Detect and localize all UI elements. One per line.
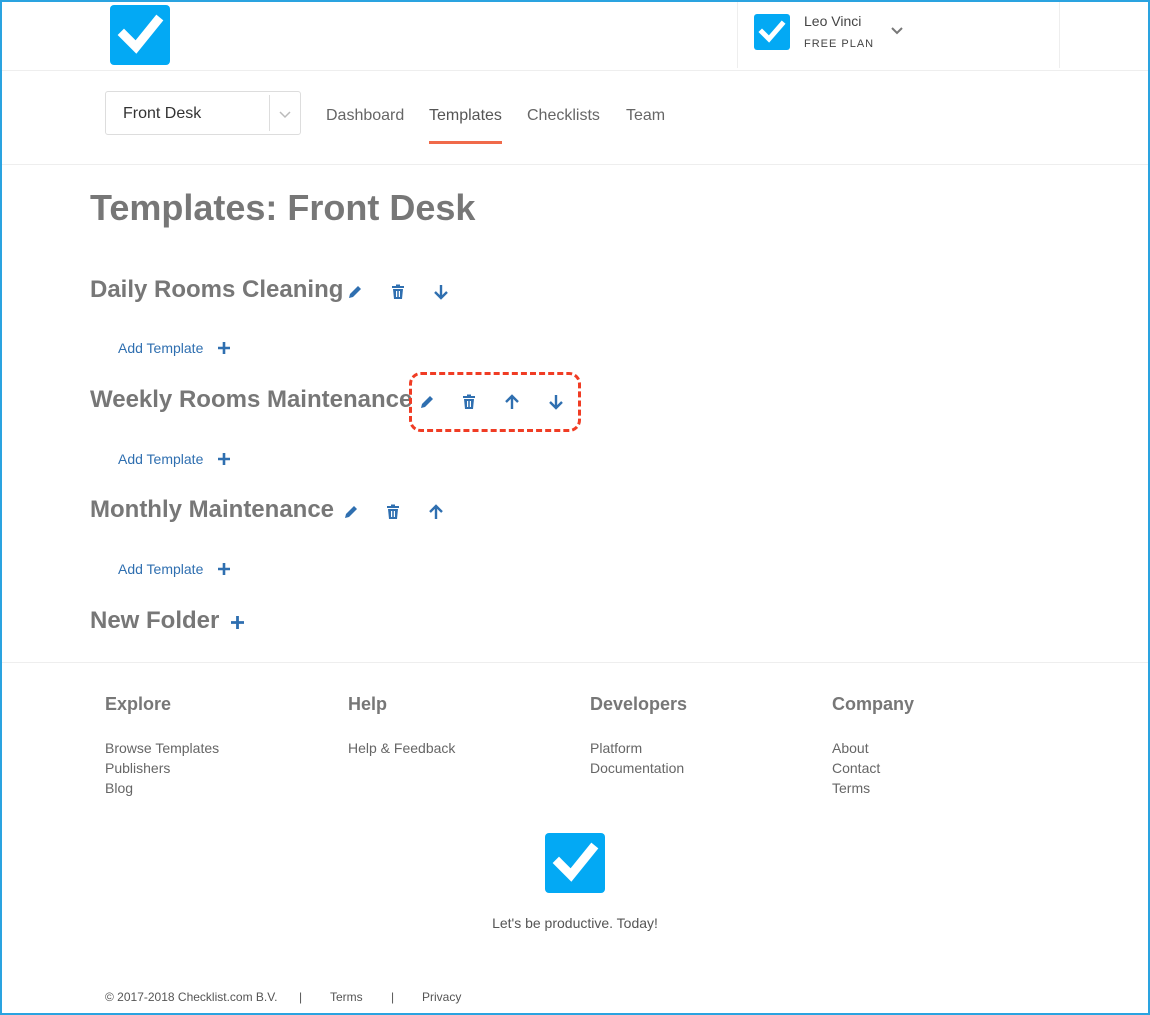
arrow-up-icon[interactable]	[428, 504, 444, 520]
trash-icon[interactable]	[390, 284, 406, 300]
copyright-text: © 2017-2018 Checklist.com B.V.	[105, 990, 278, 1004]
footer-link-browse-templates[interactable]: Browse Templates	[105, 740, 219, 756]
highlight-annotation	[409, 372, 581, 432]
nav-divider	[2, 164, 1148, 165]
tab-dashboard[interactable]: Dashboard	[326, 107, 404, 125]
footer-heading-company: Company	[832, 694, 915, 714]
add-template-link[interactable]: Add Template	[118, 561, 203, 577]
footer-link-contact[interactable]: Contact	[832, 760, 880, 776]
tab-templates[interactable]: Templates	[429, 107, 502, 125]
add-template-link[interactable]: Add Template	[118, 451, 203, 467]
bottom-link-privacy[interactable]: Privacy	[422, 990, 461, 1004]
footer-tagline: Let's be productive. Today!	[492, 915, 658, 931]
user-menu[interactable]: Leo Vinci FREE PLAN	[737, 2, 1060, 68]
separator: |	[391, 990, 395, 1004]
footer-link-terms[interactable]: Terms	[832, 780, 870, 796]
footer-link-publishers[interactable]: Publishers	[105, 760, 170, 776]
checklist-logo-icon[interactable]	[545, 833, 605, 893]
user-name: Leo Vinci	[804, 13, 862, 29]
tab-team[interactable]: Team	[626, 107, 665, 125]
new-folder-button[interactable]: New Folder	[90, 607, 219, 635]
pencil-icon[interactable]	[347, 284, 363, 300]
page-title: Templates: Front Desk	[90, 187, 476, 228]
active-tab-indicator	[429, 141, 502, 144]
footer-heading-developers: Developers	[590, 694, 688, 714]
footer-link-about[interactable]: About	[832, 740, 869, 756]
arrow-down-icon[interactable]	[433, 284, 449, 300]
add-template-link[interactable]: Add Template	[118, 340, 203, 356]
header-divider	[2, 70, 1148, 71]
footer-link-blog[interactable]: Blog	[105, 780, 133, 796]
footer-link-help-feedback[interactable]: Help & Feedback	[348, 740, 455, 756]
trash-icon[interactable]	[385, 504, 401, 520]
tab-checklists[interactable]: Checklists	[527, 107, 600, 125]
folder-title-weekly: Weekly Rooms Maintenance	[90, 386, 413, 413]
footer-link-platform[interactable]: Platform	[590, 740, 642, 756]
chevron-down-icon	[278, 107, 292, 121]
plus-icon[interactable]	[218, 453, 230, 465]
select-divider	[269, 95, 270, 131]
plus-icon[interactable]	[218, 342, 230, 354]
pencil-icon[interactable]	[343, 504, 359, 520]
footer-heading-help: Help	[348, 694, 388, 714]
footer-heading-explore: Explore	[105, 694, 172, 714]
team-select[interactable]: Front Desk	[105, 91, 301, 135]
footer-link-documentation[interactable]: Documentation	[590, 760, 684, 776]
separator: |	[299, 990, 303, 1004]
plus-icon[interactable]	[231, 616, 244, 629]
plus-icon[interactable]	[218, 563, 230, 575]
team-select-value: Front Desk	[123, 105, 202, 122]
folder-title-daily: Daily Rooms Cleaning	[90, 276, 344, 303]
chevron-down-icon[interactable]	[890, 24, 904, 38]
user-plan: FREE PLAN	[804, 38, 875, 50]
checklist-logo-icon[interactable]	[110, 5, 170, 65]
footer-divider	[2, 662, 1148, 663]
user-avatar	[754, 14, 790, 50]
bottom-link-terms[interactable]: Terms	[330, 990, 363, 1004]
folder-title-monthly: Monthly Maintenance	[90, 496, 335, 523]
